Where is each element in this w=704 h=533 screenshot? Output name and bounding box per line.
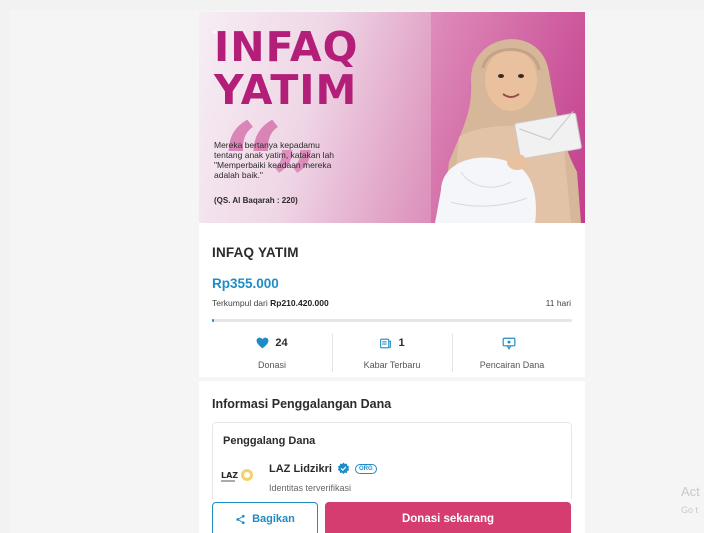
campaign-info: INFAQ YATIM Rp355.000 Terkumpul dari Rp2… [199,223,585,377]
stat-donations-label: Donasi [257,360,286,370]
section-title: Informasi Penggalangan Dana [212,397,392,411]
stat-updates-count: 1 [398,337,405,349]
stat-donations-count: 24 [275,337,288,349]
donate-button-label: Donasi sekarang [401,513,495,525]
org-verified-status: Identitas terverifikasi [269,483,352,493]
campaign-page: ← INFAQ YATIM “ ” Mereka bertanya kepada… [199,12,585,533]
verified-icon [337,462,350,475]
news-icon [380,338,392,348]
stat-updates-label: Kabar Terbaru [363,360,421,370]
watermark-line1: Act [681,484,700,499]
share-button[interactable]: Bagikan [212,502,318,533]
days-left: 11 hari [545,298,571,308]
campaign-title: INFAQ YATIM [212,245,299,260]
collected-from: Terkumpul dari Rp210.420.000 [212,298,329,308]
card-title: Penggalang Dana [223,435,316,447]
heart-icon [256,337,269,349]
donate-button[interactable]: Donasi sekarang [325,502,571,533]
org-name-row[interactable]: LAZ Lidzikri ORG [269,462,377,475]
activation-watermark: Act Go t [681,483,700,519]
target-amount: Rp210.420.000 [270,298,329,308]
hero-photo [431,12,585,223]
progress-bar [212,319,572,322]
org-logo: LAZ [221,469,253,482]
hero-reference: (QS. Al Baqarah : 220) [214,196,298,205]
stat-updates[interactable]: 1 Kabar Terbaru [332,335,452,370]
share-icon [236,514,245,524]
org-name: LAZ Lidzikri [269,462,332,475]
hero-quote: Mereka bertanya kepadamu tentang anak ya… [214,140,335,180]
org-badge: ORG [354,463,377,474]
bottom-action-bar: Bagikan Donasi sekarang [199,499,585,533]
hero-headline-line1: INFAQ [214,23,359,71]
progress-fill [212,319,214,322]
watermark-line2: Go t [681,505,699,515]
withdraw-icon [502,337,516,350]
stat-donations[interactable]: 24 Donasi [212,335,332,370]
collected-prefix: Terkumpul dari [212,298,271,308]
collected-amount: Rp355.000 [212,276,279,291]
stat-withdrawals[interactable]: Pencairan Dana [452,335,572,370]
org-logo-text: LAZ [221,471,238,480]
share-button-label: Bagikan [252,513,295,525]
hero-banner: ← INFAQ YATIM “ ” Mereka bertanya kepada… [199,12,585,223]
stat-withdrawals-label: Pencairan Dana [479,360,545,370]
